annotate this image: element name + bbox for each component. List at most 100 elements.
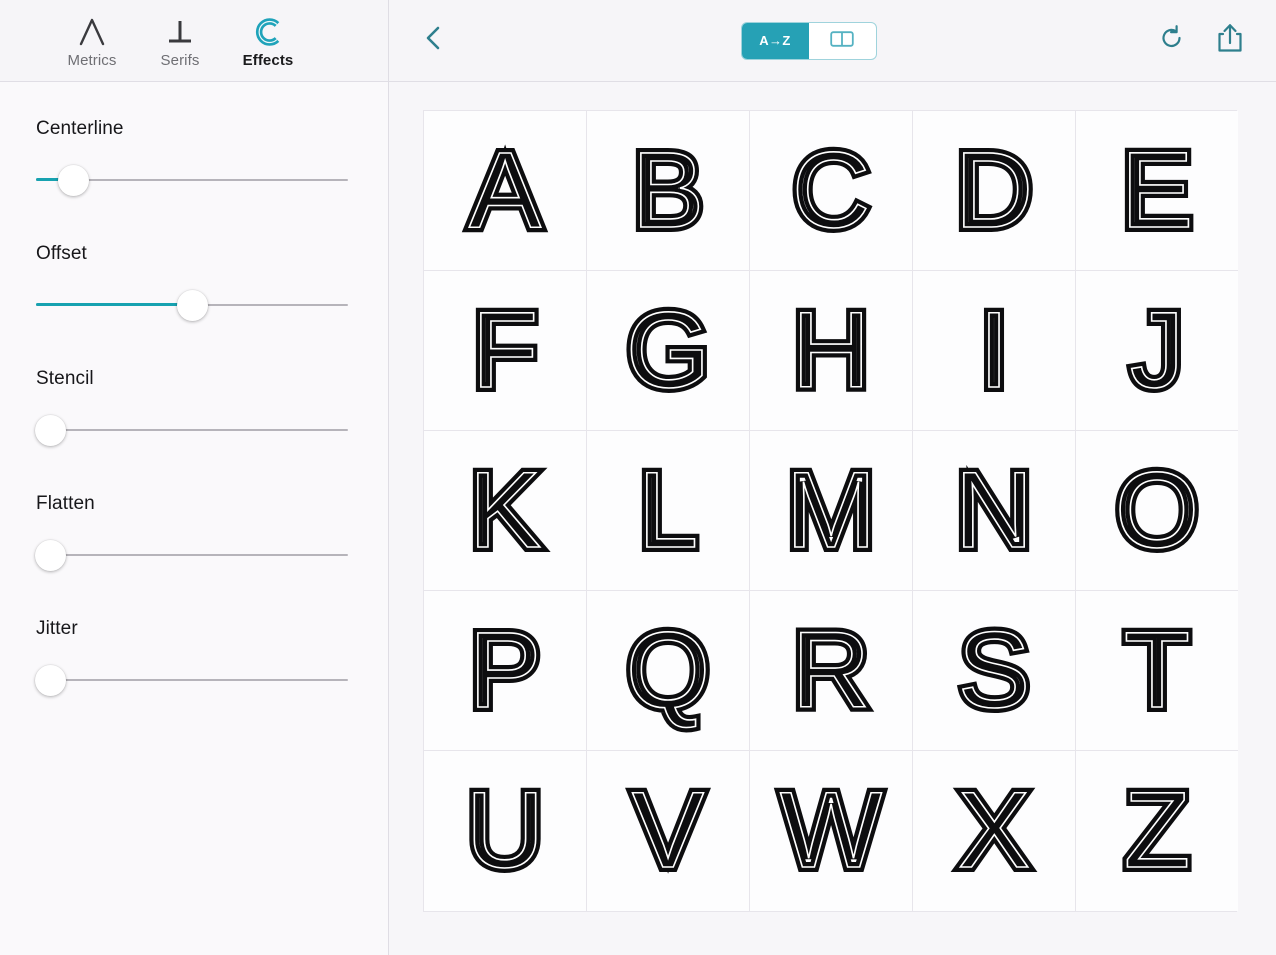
- glyph-render: RR: [787, 604, 875, 735]
- glyph-render: HH: [787, 284, 875, 415]
- sidebar-tabbar: Metrics Serifs Effects: [0, 0, 388, 82]
- glyph-cell-f[interactable]: FF: [424, 271, 587, 431]
- glyph-render: FF: [467, 284, 543, 415]
- glyph-cell-n[interactable]: NN: [913, 431, 1076, 591]
- slider-group-flatten: Flatten: [35, 493, 348, 571]
- slider-thumb-offset[interactable]: [177, 290, 208, 321]
- glyph-cell-e[interactable]: EE: [1076, 111, 1238, 271]
- letter-a-icon: [76, 14, 108, 50]
- letter-c-inline-icon: [251, 14, 285, 50]
- glyph-cell-d[interactable]: DD: [913, 111, 1076, 271]
- glyph-cell-j[interactable]: JJ: [1076, 271, 1238, 431]
- glyph-cell-g[interactable]: GG: [587, 271, 750, 431]
- tab-metrics-label: Metrics: [67, 51, 117, 69]
- glyph-centerline: T: [1124, 609, 1190, 730]
- glyph-cell-q[interactable]: QQ: [587, 591, 750, 751]
- glyph-cell-u[interactable]: UU: [424, 751, 587, 911]
- tab-serifs-label: Serifs: [160, 51, 200, 69]
- glyph-grid-container: AA BB CC DD EE FF GG HH II JJ KK LL MM NN OO PP QQ RR SS TT…: [389, 82, 1276, 955]
- glyph-render: OO: [1110, 444, 1204, 575]
- view-mode-alphabetical[interactable]: A→Z: [741, 22, 809, 59]
- glyph-centerline: K: [469, 449, 541, 570]
- glyph-centerline: S: [958, 609, 1030, 730]
- slider-group-stencil: Stencil: [35, 368, 348, 446]
- glyph-cell-w[interactable]: WW: [750, 751, 913, 911]
- glyph-cell-a[interactable]: AA: [424, 111, 587, 271]
- slider-stencil[interactable]: [35, 415, 348, 446]
- glyph-cell-o[interactable]: OO: [1076, 431, 1238, 591]
- glyph-cell-c[interactable]: CC: [750, 111, 913, 271]
- glyph-centerline: J: [1130, 289, 1184, 410]
- share-button[interactable]: [1212, 23, 1248, 59]
- glyph-render: JJ: [1125, 284, 1189, 415]
- glyph-cell-v[interactable]: VV: [587, 751, 750, 911]
- glyph-centerline: N: [955, 449, 1033, 570]
- glyph-centerline: Q: [626, 609, 710, 730]
- slider-label-centerline: Centerline: [36, 118, 124, 139]
- glyph-render: VV: [627, 764, 709, 895]
- glyph-cell-h[interactable]: HH: [750, 271, 913, 431]
- glyph-render: DD: [950, 124, 1038, 255]
- share-icon: [1215, 22, 1245, 59]
- glyph-centerline: H: [792, 289, 870, 410]
- glyph-cell-l[interactable]: LL: [587, 431, 750, 591]
- slider-group-jitter: Jitter: [35, 618, 348, 696]
- glyph-cell-z[interactable]: ZZ: [1076, 751, 1238, 911]
- glyph-centerline: O: [1115, 449, 1199, 570]
- effect-sliders-list: Centerline Offset Stencil Flatten Jitter: [0, 82, 388, 955]
- tab-metrics[interactable]: Metrics: [48, 0, 136, 82]
- two-pane-view-icon: [830, 31, 854, 50]
- tab-effects[interactable]: Effects: [224, 0, 312, 82]
- glyph-cell-t[interactable]: TT: [1076, 591, 1238, 751]
- glyph-centerline: X: [958, 769, 1030, 890]
- slider-jitter[interactable]: [35, 665, 348, 696]
- glyph-render: UU: [461, 764, 549, 895]
- slider-label-stencil: Stencil: [36, 368, 94, 389]
- tab-serifs[interactable]: Serifs: [136, 0, 224, 82]
- glyph-render: XX: [953, 764, 1035, 895]
- glyph-render: PP: [464, 604, 546, 735]
- glyph-centerline: W: [780, 769, 882, 890]
- glyph-cell-k[interactable]: KK: [424, 431, 587, 591]
- slider-group-offset: Offset: [36, 243, 348, 321]
- glyph-render: ZZ: [1119, 764, 1195, 895]
- glyph-cell-x[interactable]: XX: [913, 751, 1076, 911]
- view-mode-two-pane[interactable]: [809, 23, 876, 59]
- slider-label-offset: Offset: [36, 243, 87, 264]
- glyph-cell-s[interactable]: SS: [913, 591, 1076, 751]
- slider-thumb-centerline[interactable]: [58, 165, 90, 196]
- glyph-grid: AA BB CC DD EE FF GG HH II JJ KK LL MM NN OO PP QQ RR SS TT…: [423, 110, 1238, 912]
- glyph-centerline: F: [472, 289, 538, 410]
- glyph-centerline: Z: [1124, 769, 1190, 890]
- serif-base-icon: [164, 14, 196, 50]
- glyph-render: TT: [1119, 604, 1195, 735]
- glyph-centerline: D: [955, 129, 1033, 250]
- slider-thumb-flatten[interactable]: [35, 540, 66, 571]
- glyph-cell-b[interactable]: BB: [587, 111, 750, 271]
- back-button[interactable]: [403, 11, 463, 71]
- slider-group-centerline: Centerline: [36, 118, 348, 196]
- glyph-render: MM: [781, 444, 881, 575]
- glyph-cell-i[interactable]: II: [913, 271, 1076, 431]
- refresh-icon: [1157, 23, 1187, 58]
- glyph-cell-p[interactable]: PP: [424, 591, 587, 751]
- glyph-cell-m[interactable]: MM: [750, 431, 913, 591]
- glyph-cell-r[interactable]: RR: [750, 591, 913, 751]
- slider-centerline[interactable]: [36, 165, 348, 196]
- glyph-centerline: B: [632, 129, 704, 250]
- slider-offset[interactable]: [36, 290, 348, 321]
- slider-track: [36, 679, 348, 681]
- slider-track: [36, 429, 348, 431]
- slider-thumb-stencil[interactable]: [35, 415, 66, 446]
- refresh-button[interactable]: [1154, 23, 1190, 59]
- slider-thumb-jitter[interactable]: [35, 665, 66, 696]
- font-editor-app: Metrics Serifs Effects Centerline Offset…: [0, 0, 1276, 955]
- glyph-centerline: P: [469, 609, 541, 730]
- view-mode-segmented-control[interactable]: A→Z: [740, 21, 877, 60]
- glyph-centerline: A: [469, 129, 541, 250]
- slider-fill: [36, 303, 192, 306]
- glyph-render: KK: [464, 444, 546, 575]
- glyph-render: BB: [627, 124, 709, 255]
- glyph-render: II: [974, 284, 1014, 415]
- slider-flatten[interactable]: [35, 540, 348, 571]
